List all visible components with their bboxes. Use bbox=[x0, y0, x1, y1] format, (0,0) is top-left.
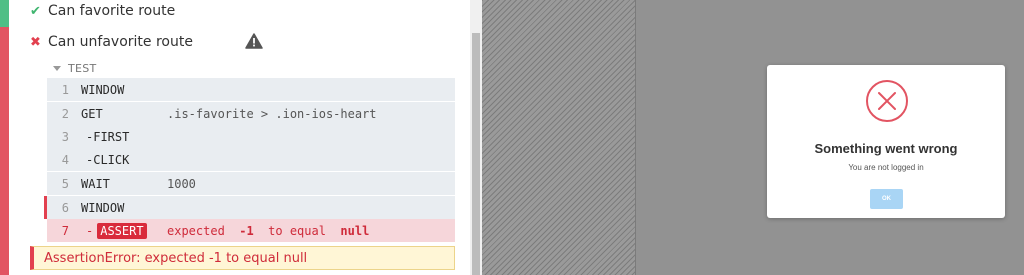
command-name: -FIRST bbox=[86, 129, 130, 144]
check-icon: ✔ bbox=[30, 3, 41, 19]
reporter-scrollbar[interactable] bbox=[470, 0, 482, 275]
failed-indicator-bar bbox=[0, 27, 9, 275]
command-number: 6 bbox=[61, 200, 69, 215]
command-message: 1000 bbox=[167, 176, 196, 191]
command-log-panel: ✔ Can favorite route ✖ Can unfavorite ro… bbox=[0, 0, 470, 275]
modal-message: You are not logged in bbox=[848, 163, 924, 172]
command-number: 7 bbox=[61, 223, 69, 238]
command-name: WINDOW bbox=[81, 200, 125, 215]
test-title: Can unfavorite route bbox=[48, 34, 193, 50]
test-item-can-unfavorite-route[interactable]: ✖ Can unfavorite route bbox=[30, 30, 193, 54]
command-row[interactable]: 5 WAIT 1000 bbox=[47, 172, 455, 195]
command-group: 2 GET .is-favorite > .ion-ios-heart 3 -F… bbox=[47, 102, 455, 171]
passed-indicator-bar bbox=[0, 0, 9, 27]
command-name: WAIT bbox=[81, 176, 110, 191]
assert-message-part: expected bbox=[167, 223, 225, 238]
command-row[interactable]: 3 -FIRST bbox=[47, 125, 455, 148]
command-message: .is-favorite > .ion-ios-heart bbox=[167, 106, 377, 121]
error-text: AssertionError: expected -1 to equal nul… bbox=[44, 250, 308, 266]
test-section-toggle[interactable]: TEST bbox=[53, 60, 97, 76]
caret-down-icon bbox=[53, 65, 61, 71]
command-number: 2 bbox=[61, 106, 69, 121]
failed-command-row[interactable]: 7 - ASSERT expected -1 to equal null bbox=[44, 196, 455, 242]
modal-title: Something went wrong bbox=[814, 141, 958, 156]
command-row[interactable]: 2 GET .is-favorite > .ion-ios-heart bbox=[47, 102, 455, 125]
command-row[interactable]: 1 WINDOW bbox=[47, 78, 455, 101]
command-row[interactable]: 6 WINDOW bbox=[47, 196, 455, 219]
command-row[interactable]: 4 -CLICK bbox=[47, 148, 455, 171]
cross-icon: ✖ bbox=[30, 34, 41, 50]
error-modal: Something went wrong You are not logged … bbox=[767, 65, 1005, 218]
assert-message-part: -1 bbox=[239, 223, 254, 238]
failed-edge-marker bbox=[44, 196, 47, 219]
scrollbar-thumb[interactable] bbox=[472, 33, 480, 275]
assert-message-part: to equal bbox=[268, 223, 326, 238]
test-title: Can favorite route bbox=[48, 3, 176, 19]
warning-icon[interactable] bbox=[245, 33, 263, 49]
assert-badge: ASSERT bbox=[97, 222, 147, 239]
command-group: 6 WINDOW 7 - ASSERT expected -1 to equal … bbox=[44, 196, 455, 242]
command-number: 4 bbox=[61, 152, 69, 167]
command-number: 3 bbox=[61, 129, 69, 144]
command-name: - ASSERT bbox=[81, 222, 167, 239]
assert-message: expected -1 to equal null bbox=[167, 224, 369, 238]
command-number: 1 bbox=[61, 82, 69, 97]
command-group: 5 WAIT 1000 bbox=[47, 172, 455, 195]
ok-button[interactable]: OK bbox=[870, 189, 903, 209]
test-section-label: TEST bbox=[68, 61, 97, 75]
test-item-can-favorite-route[interactable]: ✔ Can favorite route bbox=[30, 0, 175, 23]
error-circle-x-icon bbox=[866, 80, 908, 122]
command-list: 1 WINDOW 2 GET .is-favorite > .ion-ios-h… bbox=[44, 78, 455, 243]
command-prefix: - bbox=[86, 223, 94, 238]
viewport-background bbox=[482, 0, 635, 275]
command-name: -CLICK bbox=[86, 152, 130, 167]
command-name: WINDOW bbox=[81, 82, 125, 97]
error-message[interactable]: AssertionError: expected -1 to equal nul… bbox=[30, 246, 455, 270]
command-number: 5 bbox=[61, 176, 69, 191]
command-name: GET bbox=[81, 106, 103, 121]
assert-message-part: null bbox=[340, 223, 370, 238]
command-group: 1 WINDOW bbox=[47, 78, 455, 101]
